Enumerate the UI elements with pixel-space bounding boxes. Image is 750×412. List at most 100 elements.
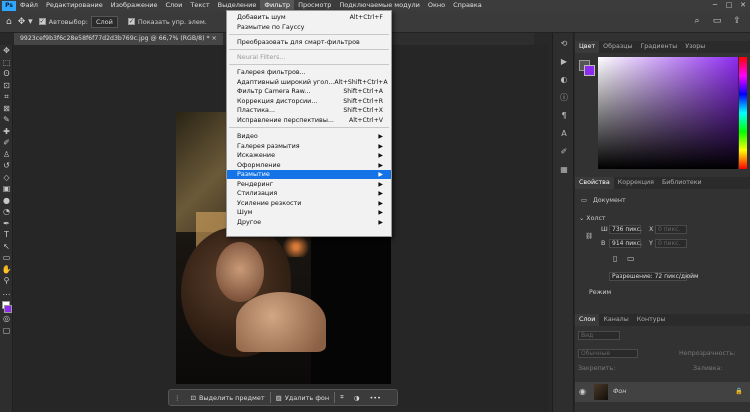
share-icon[interactable]: ⇪ — [730, 14, 744, 28]
tab-layers[interactable]: Слои — [575, 314, 600, 326]
tab-patterns[interactable]: Узоры — [681, 41, 709, 53]
width-input[interactable]: 736 пикс. — [609, 225, 642, 234]
layer-name[interactable]: Фон — [613, 388, 626, 395]
workspace-icon[interactable]: ▭ — [710, 14, 724, 28]
menu-item-convert-smart-filters[interactable]: Преобразовать для смарт-фильтров — [227, 38, 391, 47]
y-input[interactable]: 0 пикс. — [655, 239, 687, 248]
frame-tool-icon[interactable]: ⊠ — [0, 103, 13, 115]
menu-item-blur[interactable]: Размытие ▶ — [227, 170, 391, 180]
healing-brush-tool-icon[interactable]: ✚ — [0, 126, 13, 138]
more-tools-icon[interactable]: … — [0, 287, 13, 299]
menu-item-liquify[interactable]: Пластика... Shift+Ctrl+X — [227, 106, 391, 115]
menu-image[interactable]: Изображение — [107, 0, 162, 11]
history-brush-tool-icon[interactable]: ↺ — [0, 160, 13, 172]
background-color-swatch[interactable] — [584, 65, 595, 76]
adjustment-icon[interactable]: ◑ — [349, 394, 365, 402]
more-options-button[interactable]: ••• — [364, 394, 386, 402]
transform-icon[interactable]: ⌗ — [335, 393, 349, 402]
eyedropper-tool-icon[interactable]: ✎ — [0, 114, 13, 126]
autoselect-option[interactable]: ✓ Автовыбор: Слой — [38, 15, 118, 28]
layer-kind-filter[interactable]: Вид — [578, 331, 620, 340]
menu-item-sharpen[interactable]: Усиление резкости ▶ — [227, 199, 391, 208]
menu-item-adaptive-wide-angle[interactable]: Адаптивный широкий угол... Alt+Shift+Ctrl… — [227, 78, 391, 87]
crop-tool-icon[interactable]: ⌗ — [0, 91, 13, 103]
canvas-section[interactable]: ⌄ Холст — [579, 215, 606, 222]
minimize-button[interactable]: ─ — [708, 0, 722, 11]
autoselect-checkbox[interactable]: ✓ — [38, 18, 46, 25]
brushes-icon[interactable]: ✐ — [553, 145, 575, 159]
link-icon[interactable]: ⛓ — [585, 232, 593, 240]
path-select-tool-icon[interactable]: ↖ — [0, 241, 13, 253]
menu-item-render[interactable]: Рендеринг ▶ — [227, 180, 391, 189]
menu-edit[interactable]: Редактирование — [42, 0, 107, 11]
show-transform-option[interactable]: ✓ Показать упр. элем. — [127, 18, 207, 26]
menu-item-filter-gallery[interactable]: Галерея фильтров... — [227, 68, 391, 77]
menu-item-distort[interactable]: Искажение ▶ — [227, 151, 391, 160]
menu-window[interactable]: Окно — [424, 0, 449, 11]
tab-color[interactable]: Цвет — [575, 41, 600, 53]
tab-properties[interactable]: Свойства — [575, 177, 614, 189]
history-icon[interactable]: ⟲ — [553, 37, 575, 51]
menu-item-stylize-design[interactable]: Оформление ▶ — [227, 161, 391, 170]
menu-help[interactable]: Справка — [449, 0, 486, 11]
menu-item-video[interactable]: Видео ▶ — [227, 132, 391, 141]
hue-slider[interactable] — [739, 57, 747, 169]
menu-item-noise[interactable]: Шум ▶ — [227, 208, 391, 217]
show-transform-checkbox[interactable]: ✓ — [127, 18, 135, 25]
menu-item-blur-gallery[interactable]: Галерея размытия ▶ — [227, 142, 391, 151]
document-tab[interactable]: 9923cef9b3f6c28e58f6f77d2d3b769c.jpg @ 6… — [14, 33, 223, 45]
blend-mode-dropdown[interactable]: Обычные — [578, 349, 638, 358]
blur-tool-icon[interactable]: ● — [0, 195, 13, 207]
screen-mode-icon[interactable]: ▢ — [0, 325, 13, 337]
tab-gradients[interactable]: Градиенты — [636, 41, 681, 53]
glyphs-icon[interactable]: A — [553, 127, 575, 141]
brush-tool-icon[interactable]: ✐ — [0, 137, 13, 149]
type-tool-icon[interactable]: T — [0, 229, 13, 241]
hand-tool-icon[interactable]: ✋ — [0, 264, 13, 276]
height-input[interactable]: 914 пикс. — [609, 239, 642, 248]
maximize-button[interactable]: □ — [722, 0, 736, 11]
menu-item-add-noise[interactable]: Добавить шум Alt+Ctrl+F — [227, 13, 391, 22]
menu-item-camera-raw[interactable]: Фильтр Camera Raw... Shift+Ctrl+A — [227, 87, 391, 96]
zoom-tool-icon[interactable]: ⚲ — [0, 275, 13, 287]
close-button[interactable]: ✕ — [736, 0, 750, 11]
orientation-portrait-icon[interactable]: ▯ — [613, 254, 617, 263]
visibility-eye-icon[interactable]: ◉ — [579, 387, 586, 396]
adjust-icon[interactable]: ◐ — [553, 73, 575, 87]
pen-tool-icon[interactable]: ✒ — [0, 218, 13, 230]
move-tool-icon[interactable]: ✥ ▾ — [18, 17, 33, 27]
move-tool-icon[interactable]: ✥ — [0, 45, 13, 57]
x-input[interactable]: 0 пикс. — [655, 225, 687, 234]
home-icon[interactable]: ⌂ — [6, 17, 12, 27]
menu-item-other[interactable]: Другое ▶ — [227, 218, 391, 227]
swatches-icon[interactable]: ▦ — [553, 163, 575, 177]
menu-item-vanishing-point[interactable]: Исправление перспективы... Alt+Ctrl+V — [227, 116, 391, 125]
resolution-field[interactable]: Разрешение: 72 пикс/дюйм — [609, 272, 699, 281]
tab-paths[interactable]: Контуры — [633, 314, 670, 326]
tab-swatches[interactable]: Образцы — [599, 41, 636, 53]
autoselect-dropdown[interactable]: Слой — [90, 15, 118, 28]
tab-libraries[interactable]: Библиотеки — [658, 177, 706, 189]
menu-type[interactable]: Текст — [186, 0, 213, 11]
dodge-tool-icon[interactable]: ◔ — [0, 206, 13, 218]
color-picker-field[interactable] — [598, 57, 738, 169]
menu-item-stylize[interactable]: Стилизация ▶ — [227, 189, 391, 198]
menu-item-lens-correction[interactable]: Коррекция дисторсии... Shift+Ctrl+R — [227, 97, 391, 106]
menu-item-gaussian-blur[interactable]: Размытие по Гауссу — [227, 23, 391, 32]
gradient-tool-icon[interactable]: ▣ — [0, 183, 13, 195]
quick-mask-icon[interactable]: ◎ — [0, 313, 13, 325]
orientation-landscape-icon[interactable]: ▭ — [627, 254, 635, 263]
drag-handle-icon[interactable]: ⋮ — [169, 394, 186, 402]
tab-adjustments[interactable]: Коррекция — [614, 177, 658, 189]
lasso-tool-icon[interactable]: ʘ — [0, 68, 13, 80]
search-icon[interactable]: ⌕ — [690, 14, 704, 28]
stamp-tool-icon[interactable]: ♙ — [0, 149, 13, 161]
eraser-tool-icon[interactable]: ◇ — [0, 172, 13, 184]
menu-layers[interactable]: Слои — [161, 0, 186, 11]
actions-icon[interactable]: ▶ — [553, 55, 575, 69]
close-tab-icon[interactable]: × — [212, 35, 217, 42]
select-subject-button[interactable]: ⊡ Выделить предмет — [186, 394, 270, 402]
shape-tool-icon[interactable]: ▭ — [0, 252, 13, 264]
info-icon[interactable]: ⓘ — [553, 91, 575, 105]
tab-channels[interactable]: Каналы — [599, 314, 632, 326]
